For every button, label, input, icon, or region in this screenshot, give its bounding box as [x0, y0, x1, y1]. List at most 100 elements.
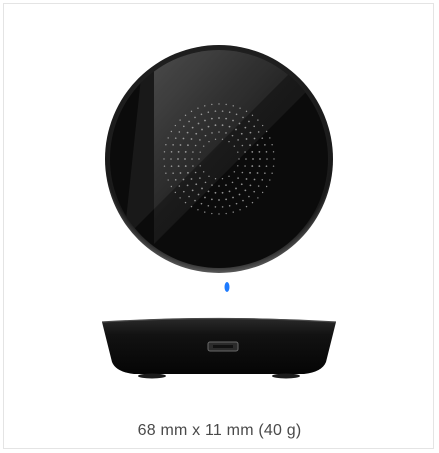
coil-dot	[163, 151, 166, 153]
coil-dot	[251, 151, 254, 153]
coil-dot	[210, 117, 213, 120]
coil-dot	[225, 198, 228, 201]
coil-dot	[195, 132, 198, 135]
coil-dot	[228, 111, 231, 113]
coil-dot	[261, 124, 264, 127]
coil-dot	[244, 189, 247, 192]
coil-dot	[238, 122, 241, 125]
coil-dot	[271, 144, 273, 146]
coil-dot	[228, 205, 231, 207]
coil-dot	[258, 150, 261, 153]
coil-dot	[265, 130, 268, 133]
coil-dot	[253, 178, 256, 181]
coil-dot	[174, 124, 177, 127]
coil-dot	[249, 144, 251, 147]
coil-dot	[221, 206, 224, 208]
coil-dot	[190, 205, 193, 208]
coil-dot	[191, 189, 194, 192]
coil-dot	[186, 131, 189, 134]
coil-dot	[214, 138, 217, 140]
coil-dot	[221, 191, 224, 194]
coil-dot	[184, 201, 187, 204]
coil-dot	[200, 202, 203, 205]
coil-dot	[225, 132, 227, 134]
coil-dot	[273, 158, 275, 160]
coil-dot	[207, 111, 210, 113]
coil-dot	[195, 183, 198, 186]
coil-dot	[233, 171, 236, 173]
coil-dot	[242, 116, 244, 119]
coil-dot	[187, 171, 189, 174]
coil-dot	[251, 114, 254, 117]
coil-dot	[265, 185, 268, 188]
coil-dot	[183, 125, 185, 128]
coil-dot	[228, 140, 230, 143]
coil-dot	[257, 185, 260, 187]
coil-dot	[202, 171, 205, 173]
coil-dot	[190, 138, 193, 140]
coil-dot	[170, 158, 172, 160]
coil-dot	[237, 165, 239, 167]
coil-dot	[218, 185, 220, 187]
coil-dot	[167, 137, 169, 139]
pad-top-view	[105, 45, 333, 292]
coil-dot	[211, 212, 213, 215]
coil-dot	[239, 209, 241, 211]
coil-dot	[225, 212, 227, 215]
coil-dot	[194, 144, 197, 147]
coil-dot	[174, 137, 177, 139]
coil-dot	[240, 132, 243, 135]
coil-dot	[228, 175, 230, 178]
coil-dot	[174, 179, 177, 181]
coil-dot	[199, 151, 201, 153]
coil-dot	[163, 158, 165, 160]
coil-dot	[202, 145, 205, 147]
coil-dot	[272, 151, 275, 153]
coil-dot	[218, 213, 220, 215]
coil-dot	[237, 151, 239, 153]
coil-dot	[184, 114, 187, 117]
coil-dot	[251, 165, 254, 167]
coil-dot	[199, 177, 201, 179]
coil-dot	[170, 130, 173, 133]
coil-dot	[244, 165, 246, 167]
coil-dot	[253, 125, 255, 128]
coil-dot	[207, 190, 210, 193]
coil-dot	[214, 110, 217, 112]
coil-dot	[188, 120, 190, 123]
coil-dot	[211, 132, 213, 134]
coil-dot	[221, 124, 224, 127]
coil-dot	[235, 187, 237, 190]
coil-dot	[238, 158, 240, 160]
coil-dot	[248, 120, 250, 123]
coil-dot	[163, 165, 166, 167]
coil-dot	[177, 165, 180, 168]
coil-dot	[232, 196, 234, 199]
coil-dot	[172, 144, 174, 146]
coil-dot	[194, 199, 196, 202]
coil-dot	[231, 134, 234, 137]
coil-dot	[172, 172, 174, 174]
coil-dot	[272, 165, 275, 167]
coil-dot	[218, 131, 220, 133]
coil-dot	[178, 185, 181, 187]
coil-dot	[261, 191, 264, 194]
coil-dot	[187, 144, 189, 147]
coil-dot	[251, 201, 254, 204]
coil-dot	[232, 105, 234, 107]
coil-dot	[214, 178, 217, 180]
coil-dot	[204, 105, 206, 107]
coil-dot	[192, 151, 194, 153]
coil-dot	[167, 179, 169, 181]
coil-dot	[210, 198, 213, 201]
coil-dot	[194, 116, 196, 119]
coil-dot	[183, 190, 185, 193]
coil-dot	[253, 190, 255, 193]
coil-dot	[170, 185, 173, 188]
coil-dot	[225, 117, 228, 120]
coil-dot	[241, 171, 244, 174]
coil-dot	[257, 131, 260, 133]
coil-dot	[235, 202, 238, 205]
coil-dot	[182, 178, 185, 181]
coil-dot	[248, 195, 250, 198]
